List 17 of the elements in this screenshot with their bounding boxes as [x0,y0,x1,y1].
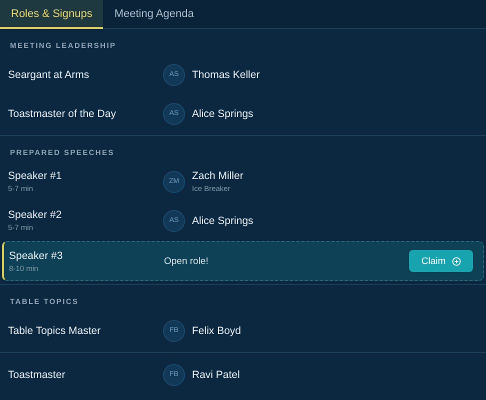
member-name: Felix Boyd [192,324,242,336]
role-name: Table Topics Master [8,324,102,336]
member-name: Thomas Keller [192,68,260,80]
role-name: Speaker #1 [8,170,63,182]
status-text: Open role! [164,256,210,266]
tab[interactable]: Roles & Signups [0,0,104,29]
tab[interactable]: Meeting Agenda [103,0,205,29]
member-name: Zach Miller [192,170,244,182]
member-name: Alice Springs [192,108,254,120]
role-name: Speaker #3 [9,250,64,262]
plus-circle-icon [452,256,461,266]
member-name: Alice Springs [192,214,254,226]
member-name: Ravi Patel [192,368,240,380]
role-name: Seargant at Arms [8,68,90,80]
role-name: Toastmaster of the Day [8,108,117,120]
role-name: Speaker #2 [8,209,63,221]
role-name: Toastmaster [8,368,66,380]
